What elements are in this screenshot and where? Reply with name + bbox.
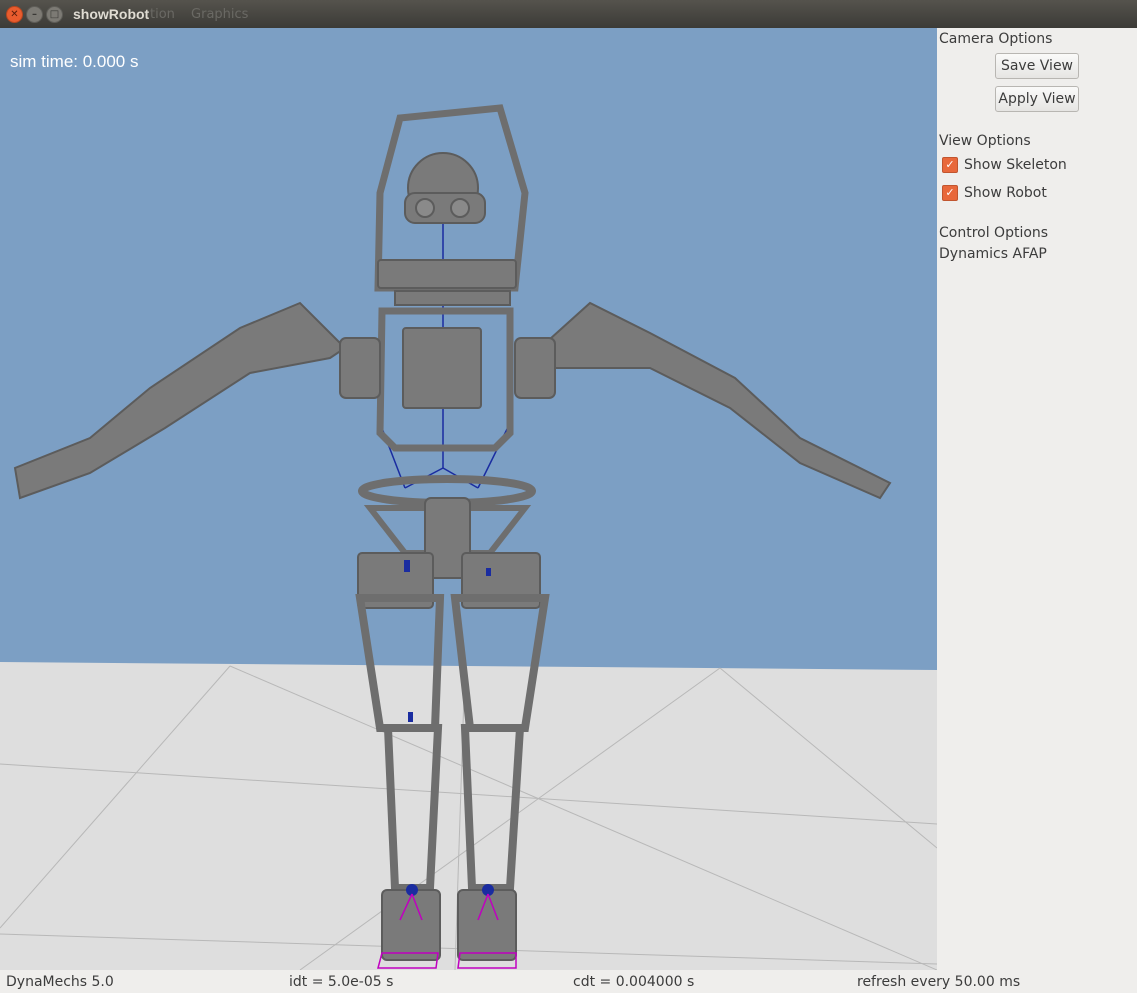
show-skeleton-label: Show Skeleton	[964, 157, 1067, 173]
3d-viewport[interactable]: sim time: 0.000 s	[0, 28, 937, 970]
view-options-label: View Options	[939, 133, 1031, 149]
scene-render	[0, 104, 937, 970]
idt-readout: idt = 5.0e-05 s	[289, 974, 394, 990]
show-skeleton-checkbox[interactable]: ✓	[942, 157, 958, 173]
control-options-label: Control Options	[939, 225, 1049, 241]
show-robot-checkbox[interactable]: ✓	[942, 185, 958, 201]
window-title: showRobot	[73, 6, 150, 22]
menu-item-graphics[interactable]: Graphics	[191, 7, 248, 22]
close-window-icon[interactable]: ✕	[6, 6, 23, 23]
show-skeleton-toggle[interactable]: ✓ Show Skeleton	[942, 155, 1067, 175]
show-robot-label: Show Robot	[964, 185, 1047, 201]
maximize-window-icon[interactable]: □	[46, 6, 63, 23]
control-panel: Camera Options Save View Apply View View…	[937, 28, 1137, 970]
refresh-readout: refresh every 50.00 ms	[857, 974, 1021, 990]
save-view-button[interactable]: Save View	[995, 53, 1079, 79]
menu-item-simulation[interactable]: tion	[150, 7, 175, 22]
cdt-readout: cdt = 0.004000 s	[573, 974, 695, 990]
dynamics-mode-label: Dynamics AFAP	[939, 246, 1047, 262]
minimize-window-icon[interactable]: –	[26, 6, 43, 23]
sim-time-readout: sim time: 0.000 s	[10, 52, 139, 71]
window-titlebar[interactable]: ✕ – □ tion Graphics showRobot	[0, 0, 1137, 28]
show-robot-toggle[interactable]: ✓ Show Robot	[942, 183, 1047, 203]
version-label: DynaMechs 5.0	[6, 974, 114, 990]
status-bar: DynaMechs 5.0 idt = 5.0e-05 s cdt = 0.00…	[0, 970, 1137, 993]
menu-bar-ghost[interactable]: tion Graphics	[150, 7, 260, 22]
camera-options-label: Camera Options	[939, 31, 1053, 47]
apply-view-button[interactable]: Apply View	[995, 86, 1079, 112]
